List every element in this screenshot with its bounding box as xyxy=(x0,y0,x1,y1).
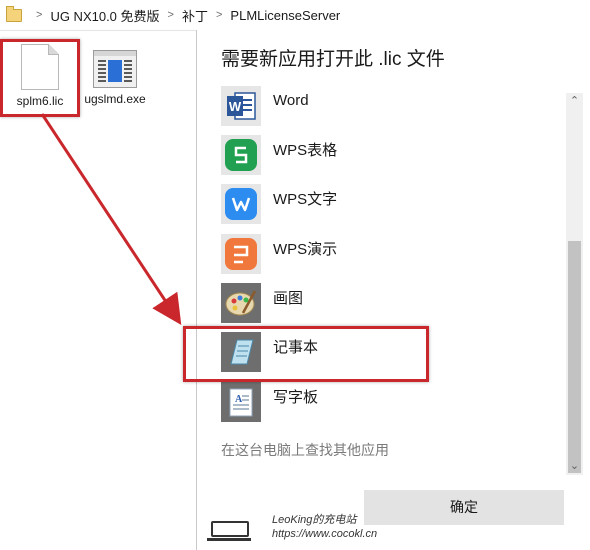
scroll-up-icon[interactable]: ⌃ xyxy=(566,93,583,110)
svg-text:W: W xyxy=(229,99,242,114)
address-breadcrumb: > UG NX10.0 免费版 > 补丁 > PLMLicenseServer xyxy=(0,0,590,31)
watermark-line2: https://www.cocokl.cn xyxy=(272,528,378,540)
laptop-logo-icon xyxy=(207,521,251,541)
app-option-wps-presentation[interactable]: WPS演示 xyxy=(221,234,337,274)
word-icon: W xyxy=(221,86,261,126)
exe-icon xyxy=(93,50,137,88)
wordpad-icon: A xyxy=(221,382,261,422)
wps-spreadsheet-icon xyxy=(221,135,261,175)
app-option-wps-writer[interactable]: WPS文字 xyxy=(221,184,337,224)
find-other-apps-link[interactable]: 在这台电脑上查找其他应用 xyxy=(221,440,389,460)
wps-writer-icon xyxy=(221,184,261,224)
app-label: 写字板 xyxy=(273,388,319,406)
open-with-dialog: 需要新应用打开此 .lic 文件 W Word WPS表格 WPS文字 WPS演… xyxy=(196,30,590,550)
chevron-right-icon: > xyxy=(167,9,174,21)
chevron-right-icon: > xyxy=(215,9,223,21)
app-option-word[interactable]: W Word xyxy=(221,86,309,126)
scroll-thumb[interactable] xyxy=(568,241,581,473)
scroll-down-icon[interactable]: ⌄ xyxy=(566,458,583,475)
folder-icon xyxy=(6,5,22,22)
breadcrumb-item-plmlicenseserver[interactable]: PLMLicenseServer xyxy=(230,8,340,23)
chevron-right-icon: > xyxy=(36,9,43,21)
file-item-ugslmd[interactable]: ugslmd.exe xyxy=(80,44,150,107)
app-label: 画图 xyxy=(273,289,304,307)
app-label: WPS表格 xyxy=(273,141,338,159)
ok-button[interactable]: 确定 xyxy=(364,490,564,525)
watermark-text: LeoKing的充电站 https://www.cocokl.cn xyxy=(272,513,377,541)
breadcrumb-item-ugnx[interactable]: UG NX10.0 免费版 xyxy=(50,6,159,25)
app-label: Word xyxy=(273,91,309,109)
app-option-wps-spreadsheet[interactable]: WPS表格 xyxy=(221,135,337,175)
highlight-box-notepad xyxy=(183,326,429,382)
scrollbar[interactable]: ⌃ ⌄ xyxy=(566,93,583,475)
app-option-paint[interactable]: 画图 xyxy=(221,283,303,323)
paint-icon xyxy=(221,283,261,323)
file-name: ugslmd.exe xyxy=(84,92,146,106)
watermark-line1: LeoKing的充电站 xyxy=(272,514,357,526)
app-label: WPS文字 xyxy=(273,190,338,208)
app-option-wordpad[interactable]: A 写字板 xyxy=(221,382,318,422)
svg-text:A: A xyxy=(235,394,243,405)
app-label: WPS演示 xyxy=(273,240,338,258)
wps-presentation-icon xyxy=(221,234,261,274)
breadcrumb-item-patch[interactable]: 补丁 xyxy=(182,6,208,25)
dialog-title: 需要新应用打开此 .lic 文件 xyxy=(221,49,445,70)
highlight-box-file xyxy=(0,39,80,117)
